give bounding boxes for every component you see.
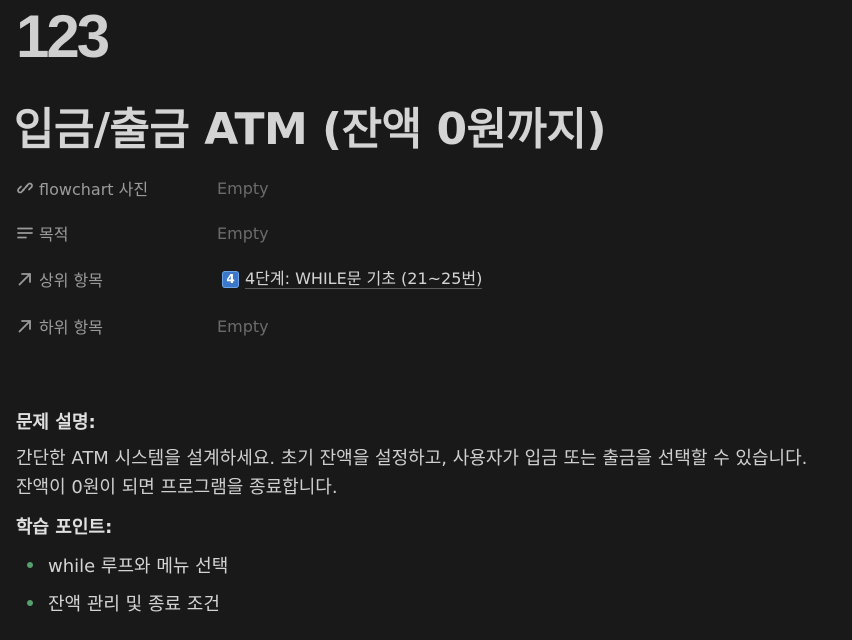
property-label-text: 목적 <box>39 225 69 244</box>
property-label-parent-item[interactable]: 상위 항목 <box>16 262 103 296</box>
keycap-four-icon: 4 <box>222 270 239 288</box>
arrow-up-right-icon <box>16 317 34 335</box>
property-label-flowchart[interactable]: flowchart 사진 <box>16 171 148 205</box>
bullet-dot-icon <box>27 562 33 568</box>
property-value-flowchart[interactable]: Empty <box>217 171 269 205</box>
arrow-up-right-icon <box>16 270 34 288</box>
property-value-parent-item: 4 4단계: WHILE문 기초 (21~25번) <box>217 262 483 296</box>
list-item: 잔액 관리 및 종료 조건 <box>27 589 220 617</box>
property-row-purpose: 목적 Empty <box>16 216 836 250</box>
page-title[interactable]: 입금/출금 ATM (잔액 0원까지) <box>14 100 607 160</box>
problem-line-1: 간단한 ATM 시스템을 설계하세요. 초기 잔액을 설정하고, 사용자가 입금… <box>16 448 808 469</box>
list-item-text: 잔액 관리 및 종료 조건 <box>48 594 220 615</box>
bullet-dot-icon <box>27 600 33 606</box>
property-value-purpose[interactable]: Empty <box>217 216 269 250</box>
problem-line-2: 잔액이 0원이 되면 프로그램을 종료합니다. <box>16 477 338 498</box>
list-item-text: while 루프와 메뉴 선택 <box>48 556 229 577</box>
learning-points-heading: 학습 포인트: <box>16 517 113 538</box>
property-label-child-item[interactable]: 하위 항목 <box>16 309 103 343</box>
property-row-child-item: 하위 항목 Empty <box>16 309 836 343</box>
property-label-text: 하위 항목 <box>39 318 103 337</box>
property-row-parent-item: 상위 항목 4 4단계: WHILE문 기초 (21~25번) <box>16 262 836 296</box>
problem-description: 간단한 ATM 시스템을 설계하세요. 초기 잔액을 설정하고, 사용자가 입금… <box>16 444 807 502</box>
problem-heading: 문제 설명: <box>16 412 96 433</box>
property-label-purpose[interactable]: 목적 <box>16 216 68 250</box>
text-lines-icon <box>16 224 34 242</box>
relation-title: 4단계: WHILE문 기초 <box>245 268 396 288</box>
relation-suffix: (21~25번) <box>401 268 483 288</box>
list-item: while 루프와 메뉴 선택 <box>27 551 228 579</box>
page-number: 123 <box>16 3 110 70</box>
property-label-text: flowchart 사진 <box>39 180 149 199</box>
property-row-flowchart: flowchart 사진 Empty <box>16 171 836 205</box>
link-icon <box>16 179 34 197</box>
relation-link-parent[interactable]: 4 4단계: WHILE문 기초 (21~25번) <box>222 268 483 289</box>
property-label-text: 상위 항목 <box>39 271 103 290</box>
property-value-child-item[interactable]: Empty <box>217 309 269 343</box>
